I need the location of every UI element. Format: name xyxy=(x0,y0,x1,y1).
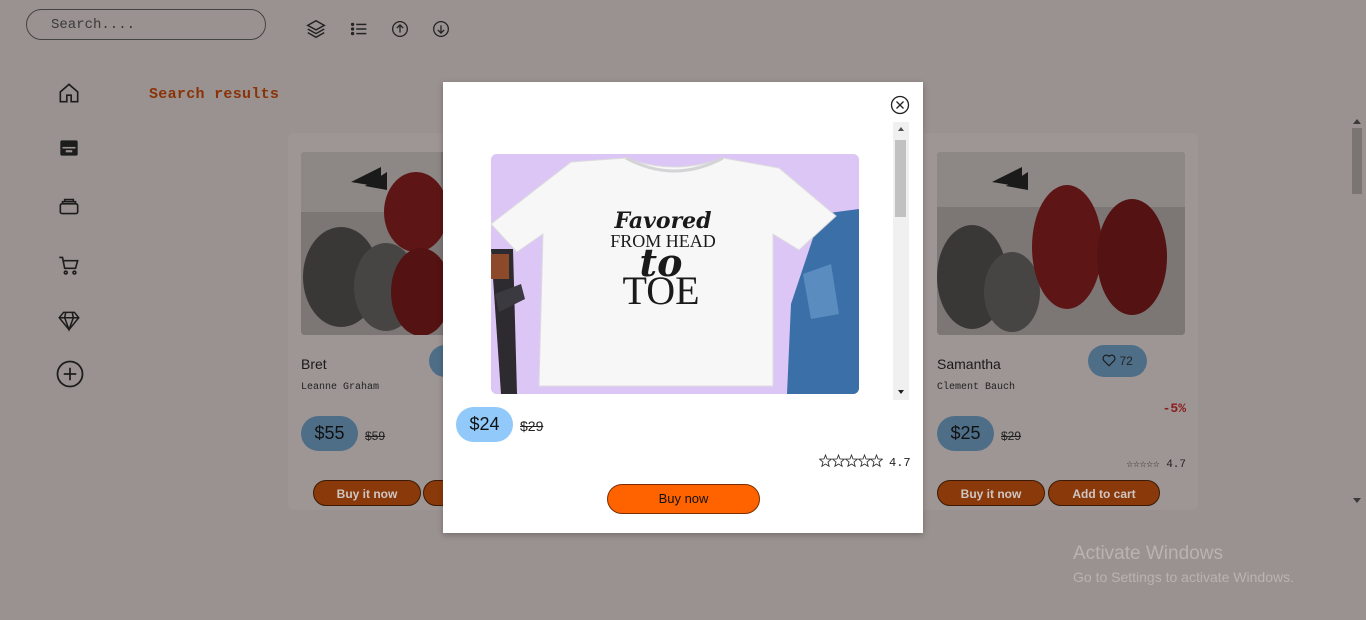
rating: ☆☆☆☆☆ 4.7 xyxy=(1126,457,1186,471)
search-input[interactable] xyxy=(26,9,266,40)
product-card[interactable]: Samantha Clement Bauch 72 -5% $25 $29 ☆☆… xyxy=(924,133,1198,510)
activate-windows-title: Activate Windows xyxy=(1073,543,1223,564)
product-preview-image: Favored FROM HEAD to TOE xyxy=(491,154,859,394)
product-author: Clement Bauch xyxy=(937,382,1016,393)
shirt-print-line-4: TOE xyxy=(622,268,699,313)
add-circle-icon[interactable] xyxy=(55,359,85,389)
product-name: Samantha xyxy=(937,356,1001,372)
old-price: $29 xyxy=(520,418,544,434)
buy-now-button[interactable]: Buy now xyxy=(607,484,760,514)
star-rating-icon xyxy=(818,453,884,472)
price-badge: $24 xyxy=(456,407,513,442)
product-name: Bret xyxy=(301,356,327,372)
diamond-icon[interactable] xyxy=(56,308,82,334)
home-icon[interactable] xyxy=(56,80,82,106)
page-scrollbar[interactable] xyxy=(1350,117,1364,507)
product-author: Leanne Graham xyxy=(301,382,380,393)
arrow-down-circle-icon[interactable] xyxy=(430,18,452,40)
like-button[interactable]: 72 xyxy=(1088,345,1147,377)
rating-value: 4.7 xyxy=(889,456,911,470)
buy-it-now-button[interactable]: Buy it now xyxy=(937,480,1045,506)
product-image[interactable] xyxy=(937,152,1185,335)
arrow-up-circle-icon[interactable] xyxy=(389,18,411,40)
discount-badge: -5% xyxy=(1162,401,1186,416)
old-price: $59 xyxy=(365,429,386,443)
add-to-cart-button[interactable]: Add to cart xyxy=(1048,480,1160,506)
buy-it-now-button[interactable]: Buy it now xyxy=(313,480,421,506)
rating-value: 4.7 xyxy=(1166,459,1186,471)
like-count: 72 xyxy=(1119,354,1133,368)
layers-icon[interactable] xyxy=(305,18,327,40)
heart-icon xyxy=(1102,354,1119,368)
modal-scrollbar-thumb[interactable] xyxy=(895,140,906,217)
page-title: Search results xyxy=(149,86,280,103)
close-icon[interactable] xyxy=(890,95,910,115)
star-rating-icon: ☆☆☆☆☆ xyxy=(1126,459,1160,471)
modal-scrollbar[interactable] xyxy=(893,122,909,400)
rating: 4.7 xyxy=(818,453,911,472)
list-icon[interactable] xyxy=(348,18,370,40)
storefront-icon[interactable] xyxy=(56,135,82,161)
activate-windows-subtitle: Go to Settings to activate Windows. xyxy=(1073,569,1294,585)
price-badge: $25 xyxy=(937,416,994,451)
price-badge: $55 xyxy=(301,416,358,451)
product-preview-modal: Favored FROM HEAD to TOE $24 $29 4.7 Buy… xyxy=(443,82,923,533)
archive-icon[interactable] xyxy=(56,193,82,219)
cart-icon[interactable] xyxy=(56,252,82,278)
old-price: $29 xyxy=(1001,429,1022,443)
